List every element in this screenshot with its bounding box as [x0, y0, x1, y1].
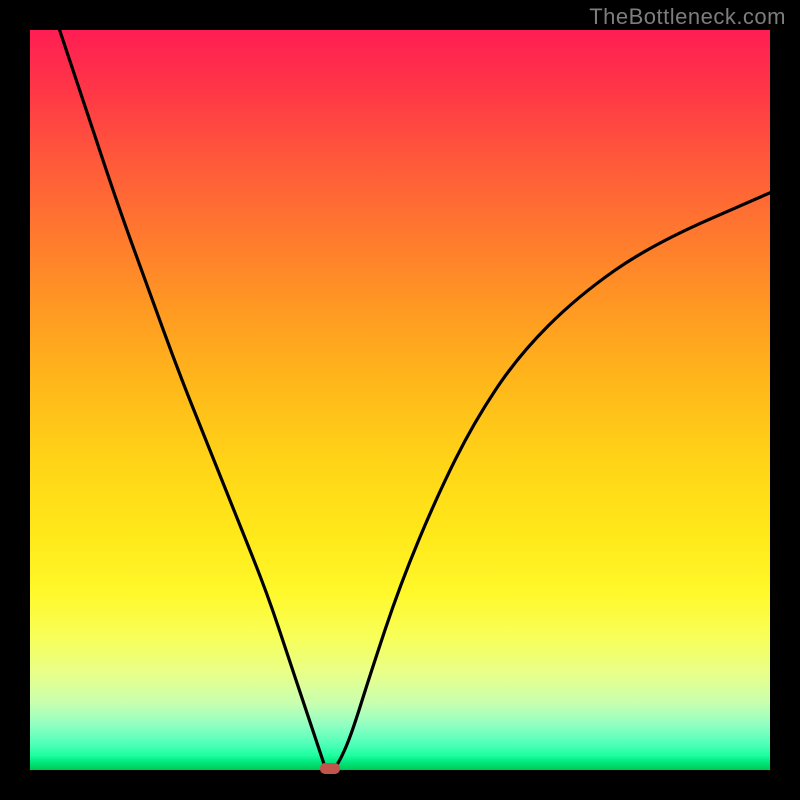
plot-area: [30, 30, 770, 770]
bottleneck-curve: [60, 30, 770, 770]
curve-svg: [30, 30, 770, 770]
optimum-marker: [320, 763, 340, 774]
chart-frame: TheBottleneck.com: [0, 0, 800, 800]
watermark-text: TheBottleneck.com: [589, 4, 786, 30]
